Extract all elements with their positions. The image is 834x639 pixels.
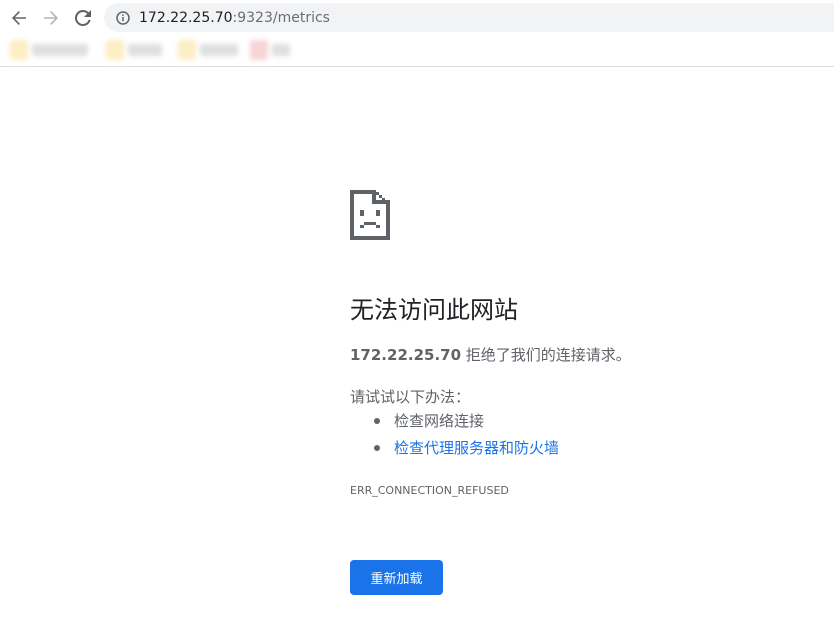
bullet-icon — [374, 418, 380, 424]
suggestion-text: 检查网络连接 — [394, 412, 485, 430]
back-button[interactable] — [5, 4, 33, 32]
reload-button[interactable] — [69, 4, 97, 32]
reload-icon — [75, 10, 91, 26]
error-host: 172.22.25.70 — [350, 346, 462, 364]
error-title: 无法访问此网站 — [350, 296, 518, 324]
suggestion-check-network: 检查网络连接 — [350, 410, 559, 437]
bookmark-item[interactable] — [248, 38, 294, 62]
suggestion-check-proxy-link[interactable]: 检查代理服务器和防火墙 — [350, 437, 559, 464]
forward-button[interactable] — [37, 4, 65, 32]
arrow-left-icon — [12, 11, 26, 25]
arrow-right-icon — [44, 11, 58, 25]
bookmark-item[interactable] — [104, 38, 166, 62]
bookmark-item[interactable] — [176, 38, 242, 62]
info-icon[interactable] — [115, 10, 131, 26]
url-text[interactable]: 172.22.25.70:9323/metrics — [139, 10, 330, 26]
suggestions-heading: 请试试以下办法： — [350, 388, 471, 406]
browser-toolbar: 172.22.25.70:9323/metrics — [0, 0, 834, 35]
error-code: ERR_CONNECTION_REFUSED — [350, 484, 509, 497]
reload-page-button[interactable]: 重新加载 — [350, 560, 443, 595]
suggestions-list: 检查网络连接 检查代理服务器和防火墙 — [350, 410, 559, 464]
sad-file-icon — [350, 190, 390, 240]
url-host: 172.22.25.70 — [139, 9, 233, 26]
error-message: 拒绝了我们的连接请求。 — [461, 346, 631, 364]
bookmark-item[interactable] — [8, 38, 94, 62]
url-path: :9323/metrics — [232, 9, 330, 26]
bookmarks-bar — [0, 35, 834, 67]
suggestion-link-text[interactable]: 检查代理服务器和防火墙 — [394, 439, 559, 457]
address-bar[interactable]: 172.22.25.70:9323/metrics — [104, 3, 834, 32]
bullet-icon — [374, 445, 380, 451]
error-description: 172.22.25.70 拒绝了我们的连接请求。 — [350, 344, 631, 365]
